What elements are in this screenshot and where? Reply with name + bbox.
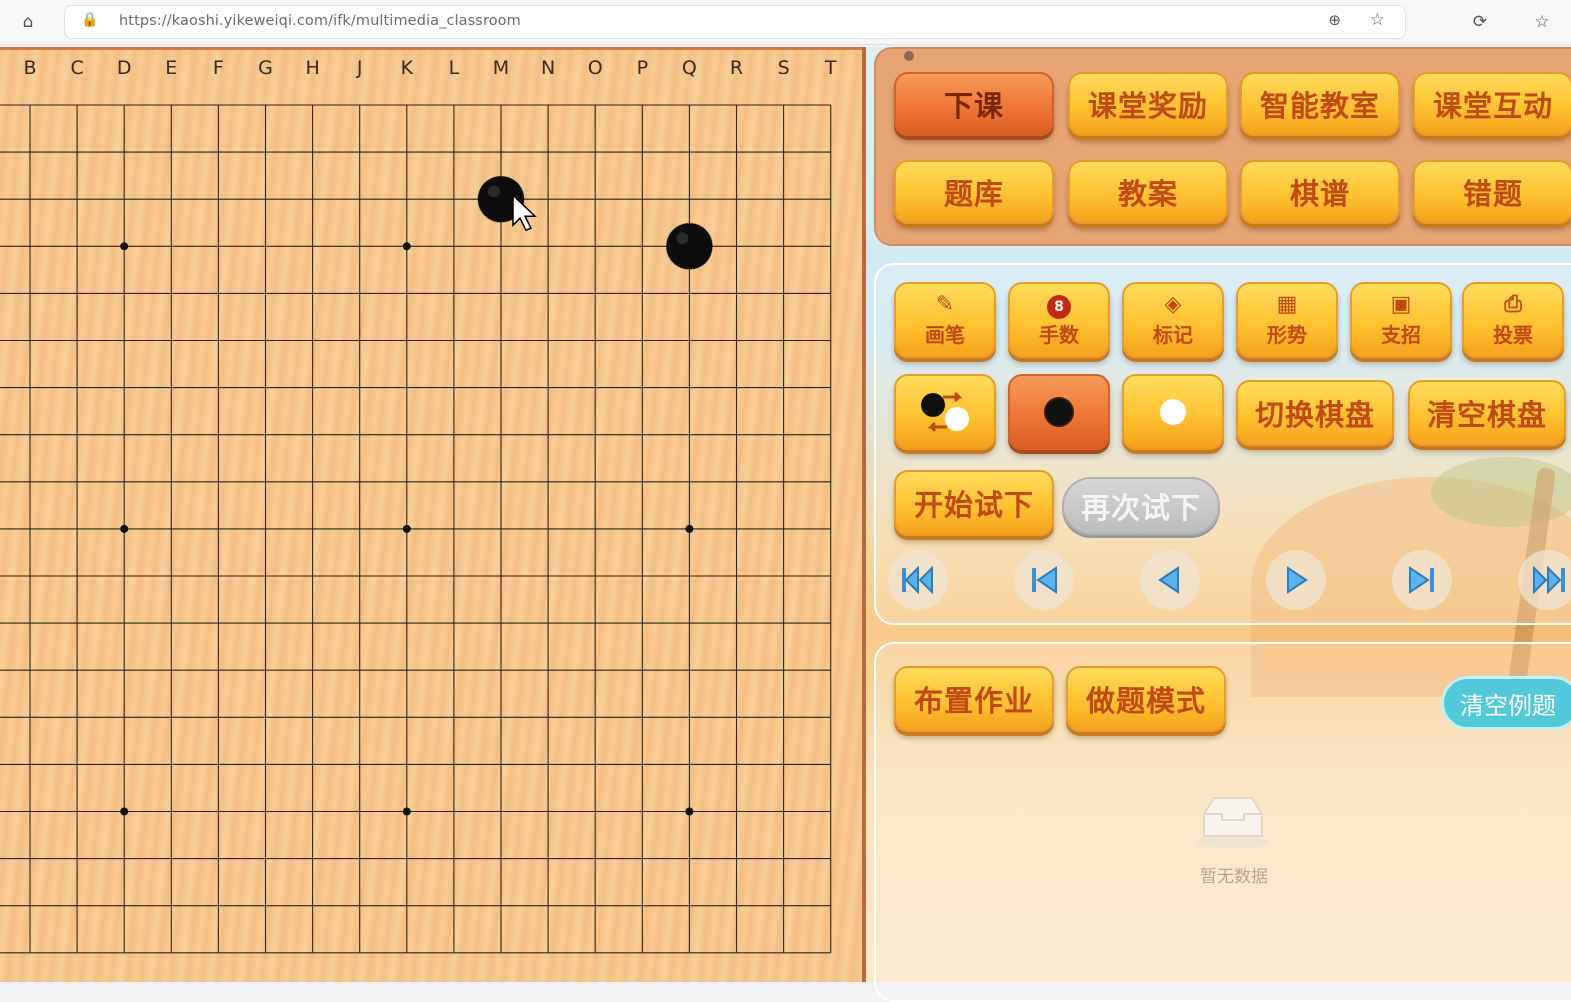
star-point xyxy=(685,524,694,533)
class-interaction-button[interactable]: 课堂互动 xyxy=(1413,72,1571,136)
hint-tool-label: 支招 xyxy=(1381,322,1421,347)
move-number-icon: 8 xyxy=(1047,293,1071,319)
back-ten-button[interactable] xyxy=(1014,550,1074,610)
previous-icon xyxy=(1158,566,1179,594)
last-move-icon xyxy=(1533,565,1565,595)
pencil-icon: ✎ xyxy=(935,291,955,317)
first-move-icon xyxy=(902,565,933,595)
class-reward-button[interactable]: 课堂奖励 xyxy=(1068,72,1228,136)
black-stone[interactable] xyxy=(665,222,713,270)
white-stone-icon xyxy=(1160,399,1186,425)
go-board[interactable]: BCDEFGHJKLMNOPQRST xyxy=(0,47,866,982)
empty-state-text: 暂无数据 xyxy=(1200,867,1268,887)
pen-tool-button[interactable]: ✎ 画笔 xyxy=(894,282,996,358)
game-records-button[interactable]: 棋谱 xyxy=(1240,160,1400,224)
vote-tool-label: 投票 xyxy=(1493,322,1533,347)
skip-back-icon xyxy=(1032,566,1057,594)
black-stone-button[interactable] xyxy=(1008,374,1110,450)
star-point xyxy=(120,242,129,251)
star-point xyxy=(402,524,411,533)
empty-inbox-icon xyxy=(1197,797,1269,848)
board-grid[interactable] xyxy=(0,47,862,982)
swap-stones-icon xyxy=(921,391,969,433)
zoom-icon[interactable]: ⊕ xyxy=(1328,11,1341,29)
assign-homework-button[interactable]: 布置作业 xyxy=(894,666,1054,732)
retry-trial-button[interactable]: 再次试下 xyxy=(1062,477,1220,535)
clear-board-button[interactable]: 清空棋盘 xyxy=(1408,380,1566,446)
first-move-button[interactable] xyxy=(888,550,948,610)
star-point xyxy=(402,807,411,816)
wrong-questions-button[interactable]: 错题 xyxy=(1413,160,1571,224)
star-point xyxy=(120,524,129,533)
white-stone-button[interactable] xyxy=(1122,374,1224,450)
lock-icon[interactable]: 🔒 xyxy=(81,12,98,28)
diamond-mark-icon: ◈ xyxy=(1164,291,1182,317)
last-move-button[interactable] xyxy=(1518,550,1571,610)
refresh-sync-icon[interactable]: ⟳ xyxy=(1466,8,1494,36)
situation-tool-button[interactable]: ▦ 形势 xyxy=(1236,282,1338,358)
star-point xyxy=(120,807,129,816)
pen-tool-label: 画笔 xyxy=(925,322,965,347)
vote-tool-button[interactable]: ⎙ 投票 xyxy=(1462,282,1564,358)
star-point xyxy=(685,807,694,816)
stone-highlight xyxy=(676,232,689,245)
screw-icon xyxy=(904,51,914,61)
lesson-plan-button[interactable]: 教案 xyxy=(1068,160,1228,224)
hint-tool-button[interactable]: ▣ 支招 xyxy=(1350,282,1452,358)
end-class-button[interactable]: 下课 xyxy=(894,72,1054,136)
question-bank-button[interactable]: 题库 xyxy=(894,160,1054,224)
alternate-color-button[interactable] xyxy=(894,374,996,450)
next-icon xyxy=(1287,566,1308,594)
forward-ten-button[interactable] xyxy=(1392,550,1452,610)
mark-tool-button[interactable]: ◈ 标记 xyxy=(1122,282,1224,358)
start-trial-button[interactable]: 开始试下 xyxy=(894,470,1054,536)
move-number-tool-button[interactable]: 8 手数 xyxy=(1008,282,1110,358)
favorite-add-icon[interactable]: ☆ xyxy=(1370,10,1385,30)
skip-forward-icon xyxy=(1409,566,1434,594)
mark-tool-label: 标记 xyxy=(1153,322,1193,347)
switch-board-button[interactable]: 切换棋盘 xyxy=(1236,380,1394,446)
move-number-badge: 8 xyxy=(1047,294,1071,319)
favorites-icon[interactable]: ☆ xyxy=(1528,8,1556,36)
next-move-button[interactable] xyxy=(1266,550,1326,610)
situation-tool-label: 形势 xyxy=(1267,322,1307,347)
address-bar[interactable]: 🔒 https://kaoshi.yikeweiqi.com/ifk/multi… xyxy=(64,5,1406,39)
previous-move-button[interactable] xyxy=(1140,550,1200,610)
move-number-label: 手数 xyxy=(1039,322,1079,347)
home-icon[interactable]: ⌂ xyxy=(14,8,42,36)
robot-icon: ▣ xyxy=(1390,291,1412,317)
browser-toolbar: ⌂ 🔒 https://kaoshi.yikeweiqi.com/ifk/mul… xyxy=(0,0,1571,45)
star-point xyxy=(402,242,411,251)
black-stone-icon xyxy=(1044,397,1074,427)
clear-examples-button[interactable]: 清空例题 xyxy=(1441,676,1571,730)
ballot-icon: ⎙ xyxy=(1504,291,1522,317)
practice-mode-button[interactable]: 做题模式 xyxy=(1066,666,1226,732)
smart-classroom-button[interactable]: 智能教室 xyxy=(1240,72,1400,136)
chart-screen-icon: ▦ xyxy=(1276,291,1298,317)
stone-highlight xyxy=(488,185,500,198)
url-text[interactable]: https://kaoshi.yikeweiqi.com/ifk/multime… xyxy=(119,13,521,29)
